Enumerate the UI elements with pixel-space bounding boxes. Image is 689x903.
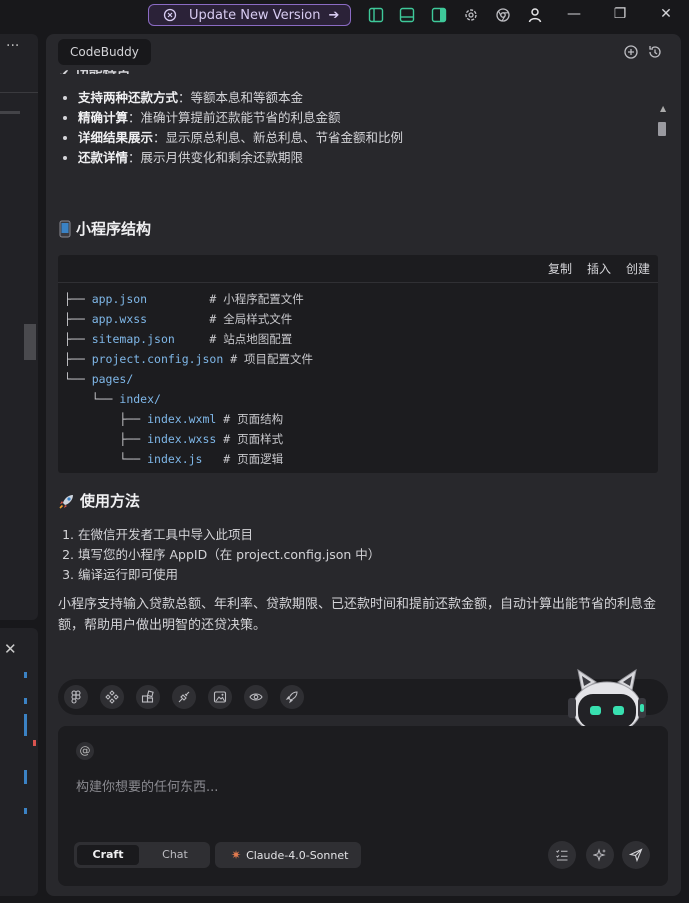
chat-input-box[interactable]: @ 构建你想要的任何东西... Craft Chat ✷ Claude-4.0-…: [58, 726, 668, 886]
figma-icon: [71, 690, 81, 704]
sparkle-icon: [593, 848, 606, 862]
section-heading: 使用方法: [58, 490, 140, 511]
close-window-button[interactable]: ✕: [656, 4, 676, 24]
list-item: 编译运行即可使用: [78, 565, 638, 585]
send-icon: [629, 848, 643, 862]
minimap-marker: [24, 714, 27, 736]
scrollbar-thumb[interactable]: [658, 122, 666, 136]
gear-icon[interactable]: [462, 6, 480, 24]
code-line: ├── project.config.json # 项目配置文件: [64, 352, 314, 366]
enhance-prompt-button[interactable]: [586, 841, 614, 869]
user-icon[interactable]: [526, 6, 544, 24]
list-item: 详细结果展示：显示原总利息、新总利息、节省金额和比例: [78, 128, 638, 148]
code-line: ├── index.wxml # 页面结构: [64, 412, 284, 426]
code-line: ├── app.wxss # 全局样式文件: [64, 312, 293, 326]
chat-input-placeholder[interactable]: 构建你想要的任何东西...: [76, 776, 218, 795]
task-list-button[interactable]: [548, 841, 576, 869]
list-item: 精确计算：准确计算提前还款能节省的利息金额: [78, 108, 638, 128]
send-button[interactable]: [622, 841, 650, 869]
mode-switch: Craft Chat: [74, 842, 210, 868]
copy-button[interactable]: 复制: [548, 260, 572, 277]
close-panel-button[interactable]: ✕: [4, 640, 17, 658]
diamond-grid-icon: [105, 690, 119, 704]
chrome-icon[interactable]: [494, 6, 512, 24]
figma-tool-button[interactable]: [64, 685, 88, 709]
layout-panel-icon[interactable]: [398, 6, 416, 24]
codebuddy-mascot-icon: [568, 668, 646, 732]
list-item: 还款详情：展示月供变化和剩余还款期限: [78, 148, 638, 168]
plugin-tool-button[interactable]: [172, 685, 196, 709]
code-line: ├── sitemap.json # 站点地图配置: [64, 332, 293, 346]
left-editor-panel: ···: [0, 34, 38, 620]
mode-craft-tab[interactable]: Craft: [77, 845, 139, 865]
create-button[interactable]: 创建: [626, 260, 650, 277]
sparkle-icon: [163, 8, 177, 22]
claude-logo-icon: ✷: [231, 848, 242, 862]
blocks-tool-button[interactable]: [136, 685, 160, 709]
insert-button[interactable]: 插入: [587, 260, 611, 277]
code-line: └── index/: [64, 392, 161, 406]
plug-icon: [178, 691, 190, 703]
minimap-marker: [24, 770, 27, 784]
code-line: └── pages/: [64, 372, 134, 386]
minimap-marker: [24, 672, 27, 678]
minimap-marker: [24, 698, 27, 704]
summary-paragraph: 小程序支持输入贷款总额、年利率、贷款期限、已还款时间和提前还款金额，自动计算出能…: [58, 597, 657, 633]
minimize-button[interactable]: —: [564, 4, 584, 24]
model-name: Claude-4.0-Sonnet: [246, 848, 349, 862]
minimap-marker: [33, 740, 36, 746]
code-line: ├── index.wxss # 页面样式: [64, 432, 284, 446]
update-version-button[interactable]: Update New Version ➔: [148, 4, 351, 26]
tab-codebuddy[interactable]: CodeBuddy: [58, 39, 151, 65]
components-tool-button[interactable]: [100, 685, 124, 709]
codebuddy-panel: CodeBuddy ▲ ✔ 功能特点 支持两种还款方式：等额本息和等额本金 精确…: [46, 34, 681, 896]
title-bar: Update New Version ➔ — ❐ ✕: [0, 0, 689, 30]
code-block: 复制 插入 创建 ├── app.json # 小程序配置文件 ├── app.…: [58, 255, 658, 473]
code-line: ├── app.json # 小程序配置文件: [64, 292, 304, 306]
image-icon: [213, 691, 227, 703]
left-bottom-panel: ✕: [0, 628, 38, 896]
feature-list: 支持两种还款方式：等额本息和等额本金 精确计算：准确计算提前还款能节省的利息金额…: [78, 88, 638, 168]
mode-chat-tab[interactable]: Chat: [144, 845, 206, 865]
rocket-icon: [285, 691, 298, 704]
divider: [0, 92, 38, 93]
arrow-right-icon: ➔: [328, 7, 340, 23]
code-toolbar: 复制 插入 创建: [58, 255, 658, 283]
usage-steps: 在微信开发者工具中导入此项目 填写您的小程序 AppID（在 project.c…: [78, 525, 638, 585]
layout-sidebar-left-icon[interactable]: [367, 6, 385, 24]
mention-button[interactable]: @: [76, 742, 94, 760]
list-item: 在微信开发者工具中导入此项目: [78, 525, 638, 545]
preview-tool-button[interactable]: [244, 685, 268, 709]
checklist-icon: [556, 849, 568, 861]
minimap-marker: [24, 808, 27, 814]
new-chat-icon[interactable]: [623, 44, 639, 60]
scroll-up-icon[interactable]: ▲: [660, 104, 666, 113]
more-menu-icon[interactable]: ···: [6, 38, 19, 54]
layout-sidebar-right-icon[interactable]: [430, 6, 448, 24]
rocket-icon: [59, 494, 73, 509]
list-item: 填写您的小程序 AppID（在 project.config.json 中）: [78, 545, 638, 565]
history-icon[interactable]: [647, 44, 663, 60]
mobile-phone-icon: [59, 220, 71, 237]
update-version-label: Update New Version: [189, 7, 321, 23]
section-heading: 小程序结构: [58, 218, 151, 239]
clipped-heading: ✔ 功能特点: [58, 70, 131, 74]
list-item: 支持两种还款方式：等额本息和等额本金: [78, 88, 638, 108]
eye-icon: [249, 693, 263, 701]
divider: [0, 111, 20, 114]
blocks-icon: [141, 690, 154, 703]
scrollbar-thumb[interactable]: [24, 324, 36, 360]
deploy-tool-button[interactable]: [280, 685, 304, 709]
restore-button[interactable]: ❐: [610, 4, 630, 24]
chat-messages: ▲ ✔ 功能特点 支持两种还款方式：等额本息和等额本金 精确计算：准确计算提前还…: [46, 70, 681, 660]
code-line: └── index.js # 页面逻辑: [64, 452, 284, 466]
model-selector[interactable]: ✷ Claude-4.0-Sonnet: [215, 842, 361, 868]
image-tool-button[interactable]: [208, 685, 232, 709]
